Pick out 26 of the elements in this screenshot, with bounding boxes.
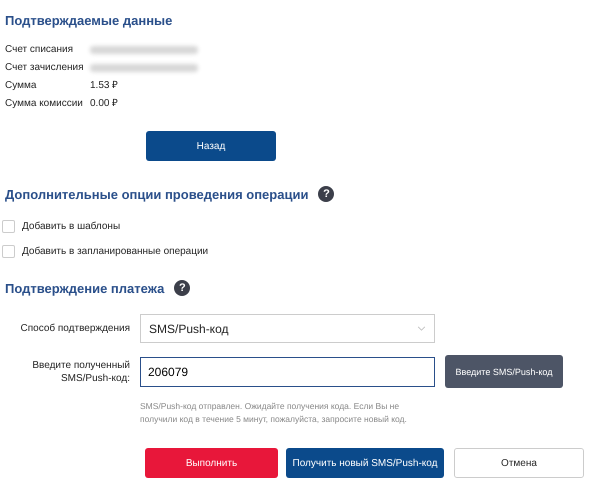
- help-icon[interactable]: ?: [318, 186, 334, 202]
- field-label: Сумма: [5, 79, 36, 93]
- help-icon[interactable]: ?: [174, 280, 190, 296]
- field-value: 0.00 ₽: [90, 97, 118, 111]
- field-label: Способ подтверждения: [20, 322, 130, 335]
- hint-text: SMS/Push-код отправлен. Ожидайте получения кода. Если Вы не получили код в течение 5 минут, пожалуйста, запросите новый код.: [140, 400, 408, 426]
- method-dropdown[interactable]: SMS/Push-код: [140, 314, 435, 343]
- field-label: Сумма комиссии: [5, 97, 83, 111]
- field-value: 1.53 ₽: [90, 79, 118, 93]
- section-title: Дополнительные опции проведения операции: [5, 186, 308, 202]
- checkbox[interactable]: [2, 245, 15, 258]
- field-label: Счет зачисления: [5, 61, 84, 75]
- code-input-field[interactable]: 206079: [140, 356, 435, 386]
- checkbox[interactable]: [2, 220, 15, 233]
- section-title: Подтверждение платежа: [5, 280, 164, 296]
- section-title: Подтверждаемые данные: [5, 12, 174, 28]
- field-label: Введите полученный SMS/Push-код:: [31, 358, 130, 384]
- cancel-button[interactable]: Отмена: [454, 448, 584, 478]
- checkbox-label: Добавить в шаблоны: [22, 221, 120, 232]
- checkbox-label: Добавить в запланированные операции: [22, 246, 208, 257]
- field-label: Счет списания: [5, 43, 73, 57]
- new-code-button[interactable]: Получить новый SMS/Push-код: [286, 448, 444, 478]
- chevron-down-icon: [417, 326, 426, 331]
- enter-code-button[interactable]: Введите SMS/Push-код: [445, 355, 563, 388]
- back-button[interactable]: Назад: [146, 131, 276, 161]
- execute-button[interactable]: Выполнить: [145, 448, 278, 478]
